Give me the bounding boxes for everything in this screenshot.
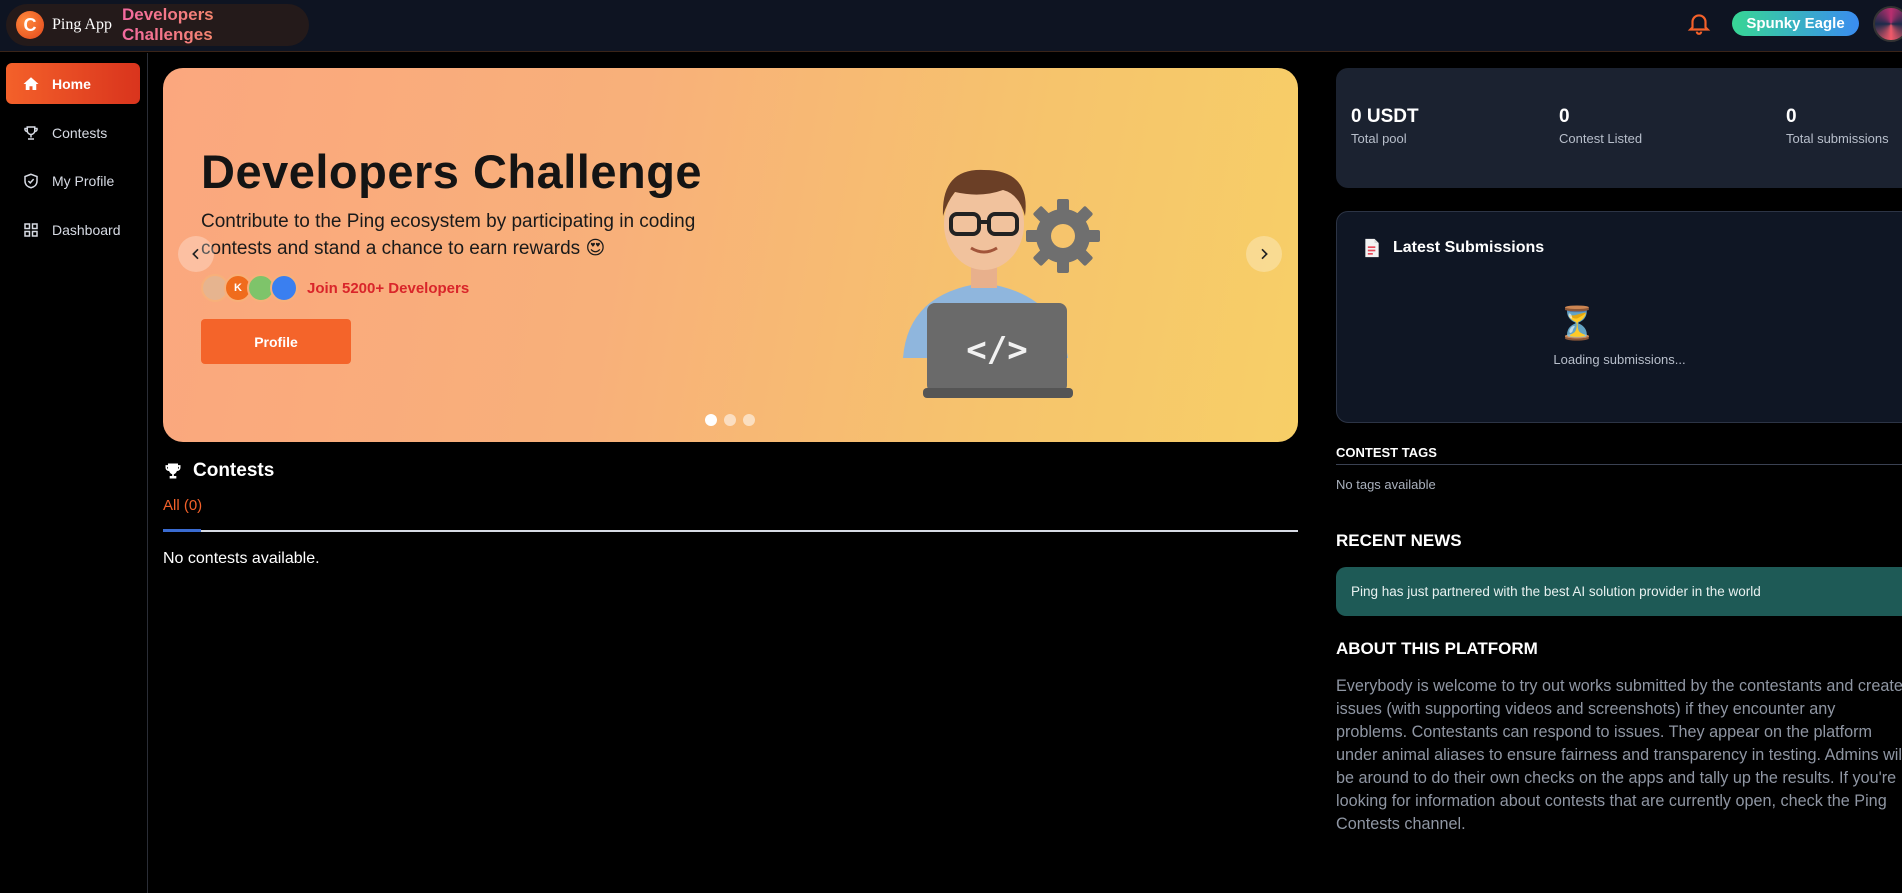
developer-avatar: [270, 274, 298, 302]
carousel-dot[interactable]: [705, 414, 717, 426]
stat-value: 0: [1786, 106, 1797, 127]
sidebar-item-label: My Profile: [52, 172, 115, 189]
stat-total-submissions: 0 Total submissions: [1786, 106, 1889, 146]
contests-heading: Contests: [163, 460, 274, 482]
latest-submissions-card: Latest Submissions ⏳ Loading submissions…: [1336, 211, 1902, 423]
top-bar: C Ping App Developers Challenges Spunky …: [0, 0, 1902, 52]
trophy-icon: [165, 463, 181, 479]
brand-pill[interactable]: C Ping App Developers Challenges: [6, 4, 309, 46]
developer-avatars: K Join 5200+ Developers: [201, 274, 469, 302]
sidebar-item-my-profile[interactable]: My Profile: [6, 160, 140, 201]
sidebar-item-contests[interactable]: Contests: [6, 112, 140, 153]
news-item-text: Ping has just partnered with the best AI…: [1351, 584, 1761, 599]
sidebar-item-label: Contests: [52, 124, 108, 141]
carousel-dot[interactable]: [743, 414, 755, 426]
user-name: Spunky Eagle: [1746, 15, 1845, 32]
profile-button[interactable]: Profile: [201, 319, 351, 364]
stats-card: 0 USDT Total pool 0 Contest Listed 0 Tot…: [1336, 68, 1902, 188]
stat-value: 0: [1559, 106, 1570, 127]
logo-letter: C: [23, 14, 37, 35]
latest-submissions-title: Latest Submissions: [1393, 239, 1545, 256]
contests-title: Contests: [193, 460, 275, 481]
stat-value: 0 USDT: [1351, 106, 1419, 127]
grid-icon: [24, 222, 38, 237]
brand-subtitle: Developers Challenges: [122, 5, 309, 45]
about-heading: ABOUT THIS PLATFORM: [1336, 639, 1538, 658]
stat-contest-listed: 0 Contest Listed: [1559, 106, 1642, 146]
sidebar-item-home[interactable]: Home: [6, 63, 140, 104]
chevron-left-icon: [192, 248, 199, 260]
sidebar-item-label: Dashboard: [52, 221, 121, 238]
hourglass-icon: ⏳: [1557, 305, 1597, 341]
join-developers-text: Join 5200+ Developers: [307, 279, 470, 297]
carousel-prev-button[interactable]: [178, 236, 214, 272]
contests-empty-text: No contests available.: [163, 550, 320, 567]
home-icon: [23, 76, 39, 90]
hero-title: Developers Challenge: [201, 145, 703, 198]
document-icon: [1365, 238, 1379, 258]
tab-active-indicator: [163, 529, 201, 532]
news-item[interactable]: Ping has just partnered with the best AI…: [1336, 567, 1902, 616]
recent-news-heading: RECENT NEWS: [1336, 531, 1462, 550]
shield-check-icon: [24, 172, 38, 189]
section-divider: [1336, 464, 1902, 465]
trophy-icon: [24, 125, 38, 140]
tab-all[interactable]: All (0): [163, 497, 202, 514]
app-logo: C: [16, 11, 44, 39]
svg-text:</>: </>: [966, 330, 1027, 370]
sidebar-item-dashboard[interactable]: Dashboard: [6, 209, 140, 250]
stat-label: Total submissions: [1786, 131, 1889, 146]
carousel-dots: [705, 414, 755, 426]
sidebar-item-label: Home: [52, 75, 91, 92]
submissions-loading-text: Loading submissions...: [1553, 352, 1686, 367]
bell-icon[interactable]: [1686, 10, 1712, 36]
latest-submissions-heading: Latest Submissions: [1363, 238, 1544, 258]
brand-name: Ping App: [51, 16, 112, 33]
hero-description: Contribute to the Ping ecosystem by part…: [201, 211, 696, 259]
contest-tags-heading: CONTEST TAGS: [1336, 445, 1437, 460]
sidebar: Home Contests My Profile Dashboard: [0, 53, 148, 893]
user-name-badge[interactable]: Spunky Eagle: [1732, 11, 1859, 36]
tags-empty-text: No tags available: [1336, 477, 1436, 492]
developer-avatar-letter: K: [234, 282, 242, 294]
hero-carousel: Developers Challenge Contribute to the P…: [163, 68, 1298, 442]
carousel-next-button[interactable]: [1246, 236, 1282, 272]
tab-divider: [163, 530, 1298, 532]
chevron-right-icon: [1261, 248, 1268, 260]
about-text: Everybody is welcome to try out works su…: [1336, 677, 1902, 833]
stat-label: Contest Listed: [1559, 131, 1643, 146]
avatar[interactable]: [1873, 6, 1902, 42]
developer-illustration: </>: [903, 169, 1100, 398]
carousel-dot[interactable]: [724, 414, 736, 426]
stat-total-pool: 0 USDT Total pool: [1351, 106, 1419, 146]
stat-label: Total pool: [1351, 131, 1407, 146]
